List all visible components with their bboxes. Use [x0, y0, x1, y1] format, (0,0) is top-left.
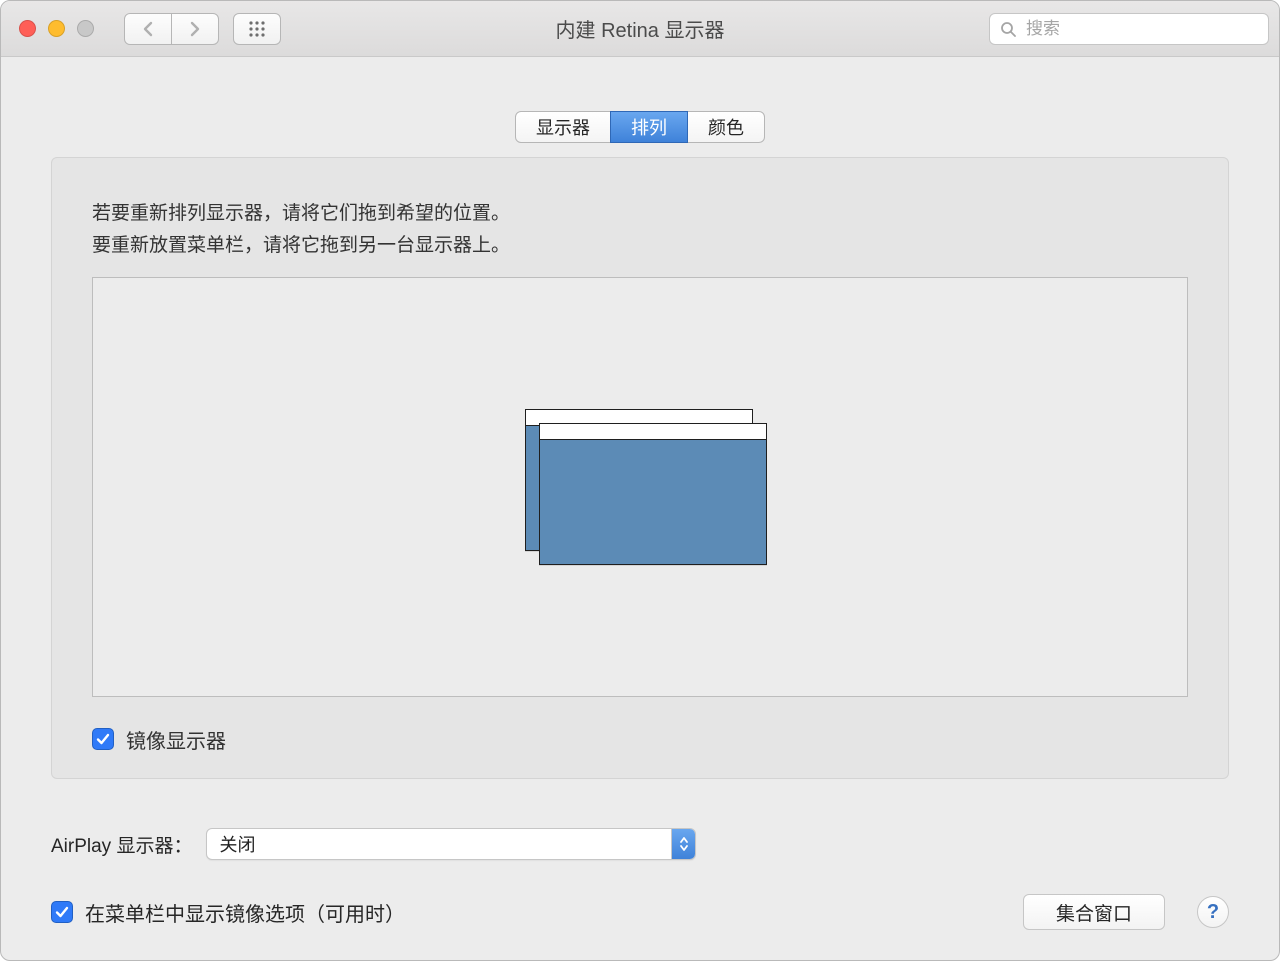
airplay-row: AirPlay 显示器： 关闭	[51, 828, 1229, 860]
forward-button[interactable]	[171, 13, 219, 45]
tab-display[interactable]: 显示器	[515, 111, 611, 143]
search-icon	[1000, 21, 1016, 37]
check-icon	[96, 732, 110, 746]
show-all-button[interactable]	[233, 13, 281, 45]
instruction-line: 要重新放置菜单栏，请将它拖到另一台显示器上。	[92, 230, 1188, 262]
display-arrangement-canvas[interactable]	[92, 277, 1188, 697]
arrangement-panel: 若要重新排列显示器，请将它们拖到希望的位置。 要重新放置菜单栏，请将它拖到另一台…	[51, 157, 1229, 779]
display-rect-primary[interactable]	[539, 423, 767, 565]
back-button[interactable]	[124, 13, 172, 45]
prefs-window: 内建 Retina 显示器 显示器 排列 颜色 若要重新排列显示器，请将它们拖到…	[0, 0, 1280, 961]
check-icon	[55, 905, 69, 919]
search-input[interactable]	[1024, 18, 1258, 40]
display-stack	[525, 409, 755, 559]
close-button[interactable]	[19, 20, 36, 37]
tab-color[interactable]: 颜色	[687, 111, 765, 143]
gather-windows-label: 集合窗口	[1056, 899, 1132, 926]
gather-windows-button[interactable]: 集合窗口	[1023, 894, 1165, 930]
chevron-left-icon	[142, 21, 154, 37]
tab-label: 显示器	[536, 114, 590, 140]
mirror-row: 镜像显示器	[92, 725, 1188, 754]
zoom-button	[77, 20, 94, 37]
search-wrap	[989, 13, 1269, 45]
stepper-arrows-icon	[679, 835, 689, 853]
window-controls	[19, 20, 94, 37]
chevron-right-icon	[189, 21, 201, 37]
tab-bar: 显示器 排列 颜色	[1, 111, 1279, 143]
show-mirror-checkbox[interactable]	[51, 901, 73, 923]
content: 显示器 排列 颜色 若要重新排列显示器，请将它们拖到希望的位置。 要重新放置菜单…	[1, 57, 1279, 960]
footer-row: 在菜单栏中显示镜像选项（可用时） 集合窗口 ?	[51, 894, 1229, 930]
help-button[interactable]: ?	[1197, 896, 1229, 928]
instruction-line: 若要重新排列显示器，请将它们拖到希望的位置。	[92, 198, 1188, 230]
airplay-select[interactable]: 关闭	[206, 828, 696, 860]
bottom-zone: AirPlay 显示器： 关闭 在菜单栏中显示镜像选项（可用时）	[1, 798, 1279, 960]
show-mirror-label: 在菜单栏中显示镜像选项（可用时）	[85, 898, 405, 927]
minimize-button[interactable]	[48, 20, 65, 37]
airplay-label: AirPlay 显示器：	[51, 831, 192, 858]
menubar-handle[interactable]	[540, 424, 766, 440]
tab-label: 排列	[631, 114, 667, 140]
grid-icon	[248, 20, 266, 38]
help-icon: ?	[1207, 901, 1219, 924]
titlebar: 内建 Retina 显示器	[1, 1, 1279, 57]
mirror-label: 镜像显示器	[126, 725, 226, 754]
mirror-checkbox[interactable]	[92, 728, 114, 750]
tab-label: 颜色	[708, 114, 744, 140]
airplay-selected-value: 关闭	[219, 831, 671, 857]
dropdown-stepper[interactable]	[671, 829, 695, 859]
nav-buttons	[124, 13, 219, 45]
tab-arrangement[interactable]: 排列	[610, 111, 688, 143]
search-field[interactable]	[989, 13, 1269, 45]
